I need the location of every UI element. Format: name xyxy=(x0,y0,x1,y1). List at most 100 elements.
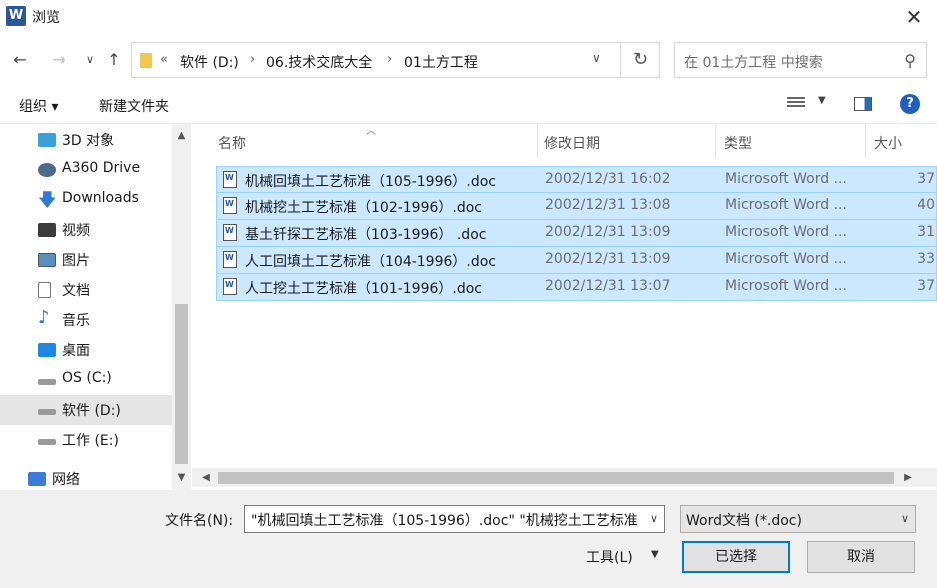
column-header-name[interactable]: 名称 xyxy=(210,124,538,158)
sidebar-item-videos[interactable]: 视频 xyxy=(0,215,172,245)
cube-icon xyxy=(38,133,56,147)
address-dropdown-icon[interactable]: ∨ xyxy=(592,51,601,65)
horizontal-scrollbar[interactable]: ◀ ▶ xyxy=(192,468,937,487)
column-header-size[interactable]: 大小 xyxy=(866,124,937,158)
refresh-icon[interactable]: ↻ xyxy=(620,43,660,77)
breadcrumb-separator[interactable]: › xyxy=(250,52,255,67)
organize-button[interactable]: 组织 ▾ xyxy=(19,96,58,116)
word-document-icon xyxy=(223,224,237,241)
sidebar-item-music[interactable]: ♪ 音乐 xyxy=(0,305,172,335)
file-name: 人工回填土工艺标准（104-1996）.doc xyxy=(245,254,497,270)
desktop-icon xyxy=(38,343,56,357)
sidebar-item-label: 图片 xyxy=(62,253,90,269)
table-row[interactable]: 人工挖土工艺标准（101-1996）.doc 2002/12/31 13:07 … xyxy=(216,274,937,301)
column-header-label: 修改日期 xyxy=(544,136,600,152)
file-date: 2002/12/31 16:02 xyxy=(545,171,671,187)
title-bar: W 浏览 ✕ xyxy=(0,0,937,34)
sidebar-item-label: 工作 (E:) xyxy=(62,433,119,449)
view-options-icon[interactable] xyxy=(787,97,805,111)
help-icon[interactable]: ? xyxy=(900,94,920,114)
file-date: 2002/12/31 13:09 xyxy=(545,224,671,240)
sidebar-item-pictures[interactable]: 图片 xyxy=(0,245,172,275)
preview-pane-icon[interactable] xyxy=(854,97,872,111)
scroll-up-icon[interactable]: ▲ xyxy=(172,130,191,141)
column-header-label: 名称 xyxy=(218,136,246,152)
back-arrow-icon[interactable]: ← xyxy=(8,48,32,72)
document-icon xyxy=(38,282,51,298)
chevron-down-icon[interactable]: ∨ xyxy=(650,512,658,525)
sidebar-scroll-thumb[interactable] xyxy=(175,304,188,464)
sidebar-item-a360-drive[interactable]: A360 Drive xyxy=(0,155,172,185)
new-folder-button[interactable]: 新建文件夹 xyxy=(99,96,169,116)
filename-label: 文件名(N): xyxy=(165,513,234,529)
file-name: 机械回填土工艺标准（105-1996）.doc xyxy=(245,174,497,190)
word-document-icon xyxy=(223,278,237,295)
sidebar-item-label: 桌面 xyxy=(62,343,90,359)
close-icon[interactable]: ✕ xyxy=(891,0,937,34)
music-icon: ♪ xyxy=(38,307,50,328)
cloud-drive-icon xyxy=(38,163,56,177)
breadcrumb-overflow[interactable]: « xyxy=(160,52,168,67)
breadcrumb-separator[interactable]: › xyxy=(387,52,392,67)
sidebar-item-3d-objects[interactable]: 3D 对象 xyxy=(0,125,172,155)
view-dropdown-icon[interactable]: ▼ xyxy=(818,95,826,106)
sidebar-item-label: 视频 xyxy=(62,223,90,239)
file-type: Microsoft Word ... xyxy=(725,251,847,267)
sidebar-item-desktop[interactable]: 桌面 xyxy=(0,335,172,365)
chevron-down-icon[interactable]: ∨ xyxy=(901,512,909,525)
table-row[interactable]: 基土钎探工艺标准（103-1996） .doc 2002/12/31 13:09… xyxy=(216,220,937,247)
command-toolbar: 组织 ▾ 新建文件夹 ▼ ? xyxy=(0,86,937,124)
column-header-type[interactable]: 类型 xyxy=(716,124,866,158)
navigation-bar: ← → ∨ ↑ « 软件 (D:) › 06.技术交底大全 › 01土方工程 ∨… xyxy=(0,34,937,86)
search-box[interactable]: 在 01土方工程 中搜索 ⚲ xyxy=(674,42,927,78)
table-row[interactable]: 机械挖土工艺标准（102-1996）.doc 2002/12/31 13:08 … xyxy=(216,193,937,220)
file-list: ︿ 名称 修改日期 类型 大小 机械回填土工艺标准（105-1996）.doc … xyxy=(192,124,937,490)
breadcrumb-tech-disclosure[interactable]: 06.技术交底大全 xyxy=(266,52,372,72)
network-icon xyxy=(28,472,46,486)
sidebar-item-documents[interactable]: 文档 xyxy=(0,275,172,305)
recent-locations-chevron-icon[interactable]: ∨ xyxy=(78,48,102,72)
sidebar-item-downloads[interactable]: 🡇 Downloads xyxy=(0,185,172,215)
up-arrow-icon[interactable]: ↑ xyxy=(102,48,126,72)
open-selected-button[interactable]: 已选择 xyxy=(682,541,790,573)
filename-combobox[interactable]: "机械回填土工艺标准（105-1996）.doc" "机械挖土工艺标准 ∨ xyxy=(244,505,665,533)
word-document-icon xyxy=(223,251,237,268)
folder-icon xyxy=(140,53,152,68)
sidebar-item-label: 网络 xyxy=(52,472,80,488)
address-bar[interactable]: « 软件 (D:) › 06.技术交底大全 › 01土方工程 ∨ ↻ xyxy=(131,42,660,78)
breadcrumb-earthwork[interactable]: 01土方工程 xyxy=(404,52,478,72)
filename-input[interactable]: "机械回填土工艺标准（105-1996）.doc" "机械挖土工艺标准 xyxy=(251,510,639,530)
cancel-button[interactable]: 取消 xyxy=(807,541,915,573)
filetype-value: Word文档 (*.doc) xyxy=(686,513,802,529)
table-row[interactable]: 人工回填土工艺标准（104-1996）.doc 2002/12/31 13:09… xyxy=(216,247,937,274)
file-name: 机械挖土工艺标准（102-1996）.doc xyxy=(245,200,483,216)
sidebar-item-label: 软件 (D:) xyxy=(62,403,121,419)
search-input[interactable]: 在 01土方工程 中搜索 xyxy=(684,52,823,72)
drive-icon xyxy=(38,439,56,445)
tools-menu-button[interactable]: 工具(L) xyxy=(586,547,633,567)
table-row[interactable]: 机械回填土工艺标准（105-1996）.doc 2002/12/31 16:02… xyxy=(216,166,937,193)
file-name: 基土钎探工艺标准（103-1996） .doc xyxy=(245,227,487,243)
horizontal-scroll-thumb[interactable] xyxy=(218,472,894,484)
tools-dropdown-icon[interactable]: ▼ xyxy=(651,549,659,560)
sidebar-item-drive-c[interactable]: OS (C:) xyxy=(0,365,172,395)
download-icon: 🡇 xyxy=(38,190,57,211)
scroll-right-icon[interactable]: ▶ xyxy=(898,468,918,487)
sidebar-item-drive-d[interactable]: 软件 (D:) xyxy=(0,395,172,425)
column-header-label: 类型 xyxy=(724,136,752,152)
sidebar-scrollbar[interactable]: ▲ ▼ xyxy=(172,124,191,490)
file-size: 40 xyxy=(917,197,935,213)
sidebar-item-drive-e[interactable]: 工作 (E:) xyxy=(0,425,172,455)
file-date: 2002/12/31 13:07 xyxy=(545,278,671,294)
filetype-select[interactable]: Word文档 (*.doc) ∨ xyxy=(680,505,916,533)
column-header-date[interactable]: 修改日期 xyxy=(536,124,716,158)
breadcrumb-drive-d[interactable]: 软件 (D:) xyxy=(180,52,239,72)
word-document-icon xyxy=(223,197,237,214)
sidebar-item-label: 3D 对象 xyxy=(62,133,115,149)
scroll-left-icon[interactable]: ◀ xyxy=(196,468,216,487)
picture-icon xyxy=(38,253,56,267)
drive-icon xyxy=(38,379,56,385)
scroll-down-icon[interactable]: ▼ xyxy=(172,472,191,483)
search-icon[interactable]: ⚲ xyxy=(904,51,916,70)
forward-arrow-icon[interactable]: → xyxy=(47,48,71,72)
